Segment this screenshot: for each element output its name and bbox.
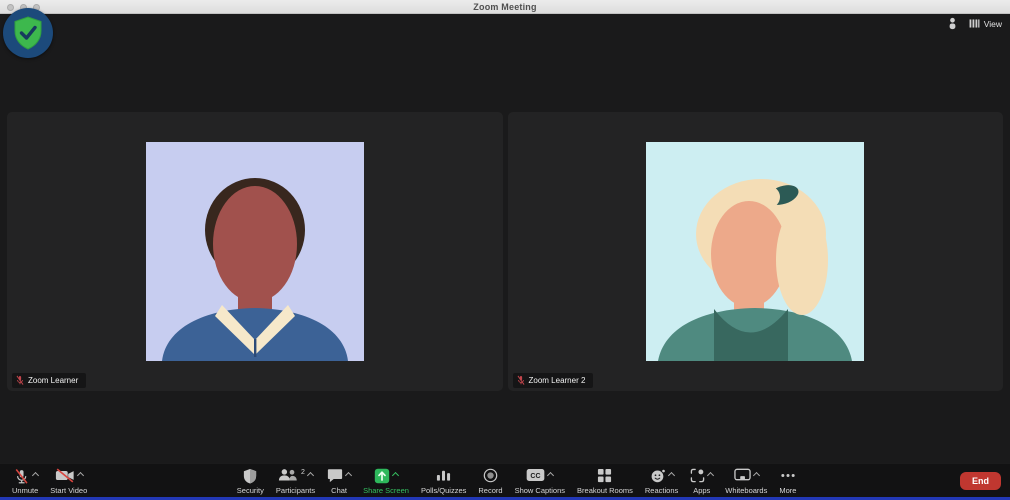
record-label: Record xyxy=(478,487,502,495)
security-button[interactable]: Security xyxy=(231,464,270,497)
video-muted-icon xyxy=(55,468,75,483)
video-tile-zoom-learner-2[interactable]: Zoom Learner 2 xyxy=(508,112,1004,391)
share-screen-label: Share Screen xyxy=(363,487,409,495)
reactions-button[interactable]: Reactions xyxy=(639,464,684,497)
whiteboards-label: Whiteboards xyxy=(725,487,767,495)
whiteboards-button[interactable]: Whiteboards xyxy=(719,464,773,497)
start-video-label: Start Video xyxy=(50,487,87,495)
video-options-caret[interactable] xyxy=(77,472,84,479)
breakout-rooms-label: Breakout Rooms xyxy=(577,487,633,495)
whiteboard-icon xyxy=(734,468,751,482)
apps-label: Apps xyxy=(693,487,710,495)
apps-options-caret[interactable] xyxy=(707,472,714,479)
end-group: End xyxy=(940,464,1010,497)
participant-name-tag: Zoom Learner 2 xyxy=(513,373,594,388)
muted-mic-icon xyxy=(517,375,525,386)
reactions-options-caret[interactable] xyxy=(668,472,675,479)
chat-options-caret[interactable] xyxy=(345,472,352,479)
more-button[interactable]: More xyxy=(773,464,802,497)
window-title: Zoom Meeting xyxy=(473,2,536,12)
male-avatar-illustration xyxy=(146,142,364,361)
female-avatar-illustration xyxy=(646,142,864,361)
shield-icon xyxy=(243,468,257,484)
polls-quizzes-label: Polls/Quizzes xyxy=(421,487,466,495)
video-grid: Zoom Learner xyxy=(7,112,1003,391)
show-captions-label: Show Captions xyxy=(515,487,565,495)
record-icon xyxy=(483,468,498,483)
smiley-icon xyxy=(650,468,666,484)
mic-muted-icon xyxy=(13,468,30,485)
zoom-meeting-window: Zoom Meeting View xyxy=(0,0,1010,500)
participants-icon xyxy=(278,468,298,482)
show-captions-button[interactable]: CC Show Captions xyxy=(509,464,571,497)
share-options-caret[interactable] xyxy=(392,472,399,479)
share-screen-icon xyxy=(374,468,390,484)
captions-options-caret[interactable] xyxy=(547,472,554,479)
record-button[interactable]: Record xyxy=(472,464,508,497)
chat-label: Chat xyxy=(331,487,347,495)
bar-chart-icon xyxy=(436,468,451,482)
view-label: View xyxy=(984,19,1002,29)
more-label: More xyxy=(779,487,796,495)
cc-glyph: CC xyxy=(531,473,541,480)
grid-squares-icon xyxy=(597,468,612,483)
unmute-options-caret[interactable] xyxy=(32,472,39,479)
unmute-button[interactable]: Unmute xyxy=(6,464,44,497)
avatar-zoom-learner xyxy=(146,142,364,361)
view-button[interactable]: View xyxy=(969,19,1002,29)
security-label: Security xyxy=(237,487,264,495)
shield-check-icon xyxy=(13,16,43,50)
avatar-zoom-learner-2 xyxy=(646,142,864,361)
participants-label: Participants xyxy=(276,487,315,495)
closed-captions-icon: CC xyxy=(526,468,545,482)
participant-name: Zoom Learner 2 xyxy=(529,376,586,385)
participants-options-caret[interactable] xyxy=(307,472,314,479)
toolbar-audio-video-group: Unmute Start Video xyxy=(0,464,93,497)
participant-name: Zoom Learner xyxy=(28,376,78,385)
titlebar: Zoom Meeting xyxy=(0,0,1010,14)
share-screen-button[interactable]: Share Screen xyxy=(357,464,415,497)
apps-button[interactable]: Apps xyxy=(684,464,719,497)
participant-name-tag: Zoom Learner xyxy=(12,373,86,388)
ellipsis-icon xyxy=(780,468,796,483)
security-verified-badge[interactable] xyxy=(3,8,53,58)
chat-bubble-icon xyxy=(327,468,343,483)
whiteboards-options-caret[interactable] xyxy=(753,472,760,479)
meeting-view-controls: View xyxy=(948,17,1002,30)
person-icon[interactable] xyxy=(948,17,957,30)
meeting-toolbar: Unmute Start Video xyxy=(0,463,1010,497)
reactions-label: Reactions xyxy=(645,487,678,495)
video-tile-zoom-learner[interactable]: Zoom Learner xyxy=(7,112,503,391)
participants-button[interactable]: 2 Participants xyxy=(270,464,321,497)
muted-mic-icon xyxy=(16,375,24,386)
gallery-view-icon xyxy=(969,19,980,28)
chat-button[interactable]: Chat xyxy=(321,464,357,497)
end-meeting-button[interactable]: End xyxy=(960,472,1001,490)
close-button[interactable] xyxy=(7,4,14,11)
participants-count-badge: 2 xyxy=(301,469,305,476)
polls-quizzes-button[interactable]: Polls/Quizzes xyxy=(415,464,472,497)
apps-icon xyxy=(690,468,705,483)
unmute-label: Unmute xyxy=(12,487,38,495)
breakout-rooms-button[interactable]: Breakout Rooms xyxy=(571,464,639,497)
toolbar-center-group: Security 2 Participants xyxy=(231,464,803,497)
start-video-button[interactable]: Start Video xyxy=(44,464,93,497)
